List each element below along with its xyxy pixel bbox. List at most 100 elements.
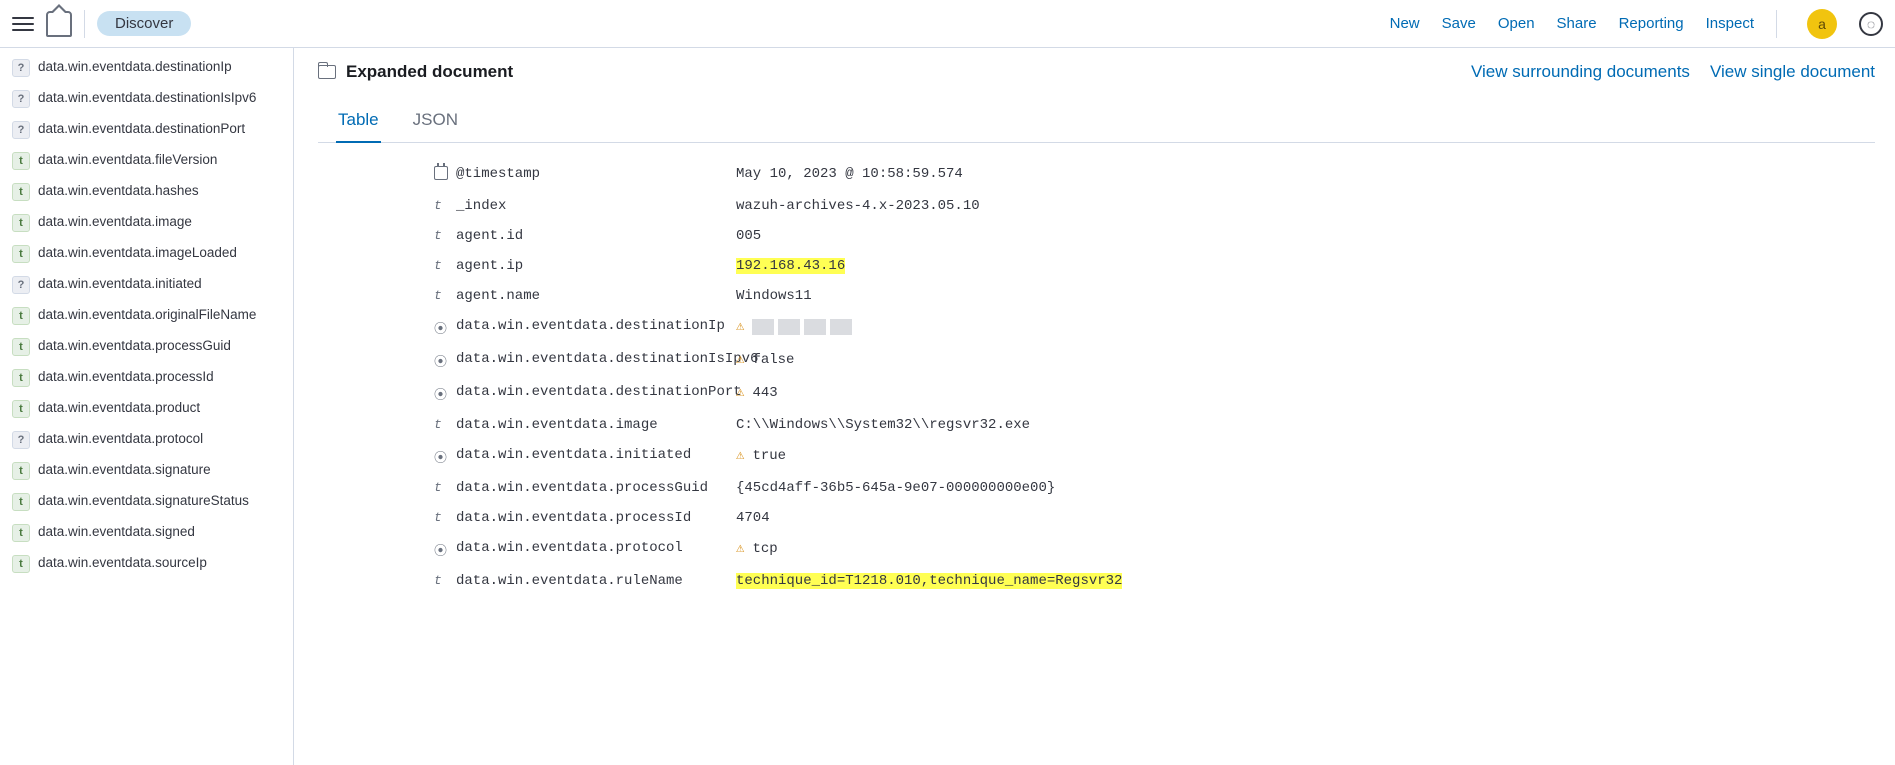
- field-item[interactable]: tdata.win.eventdata.signed: [8, 517, 285, 548]
- field-item[interactable]: tdata.win.eventdata.image: [8, 207, 285, 238]
- redacted-value: [752, 319, 852, 335]
- value-text: 4704: [736, 510, 770, 526]
- text-type-icon: t: [12, 245, 30, 263]
- value-text: wazuh-archives-4.x-2023.05.10: [736, 198, 980, 214]
- value-text: technique_id=T1218.010,technique_name=Re…: [736, 573, 1122, 589]
- doc-row: ⦿data.win.eventdata.protocol⚠tcp: [318, 533, 1875, 566]
- text-type-icon: t: [434, 417, 456, 432]
- save-button[interactable]: Save: [1442, 15, 1476, 32]
- field-name: data.win.eventdata.originalFileName: [38, 306, 256, 324]
- value-text: 443: [752, 385, 777, 401]
- text-type-icon: t: [434, 510, 456, 525]
- text-type-icon: t: [434, 480, 456, 495]
- help-icon[interactable]: ◌: [1859, 12, 1883, 36]
- view-surrounding-link[interactable]: View surrounding documents: [1471, 62, 1690, 82]
- text-type-icon: t: [434, 288, 456, 303]
- field-item[interactable]: ?data.win.eventdata.destinationPort: [8, 114, 285, 145]
- field-item[interactable]: tdata.win.eventdata.sourceIp: [8, 548, 285, 579]
- field-item[interactable]: ?data.win.eventdata.protocol: [8, 424, 285, 455]
- open-button[interactable]: Open: [1498, 15, 1535, 32]
- unknown-type-icon: ⦿: [434, 540, 456, 559]
- field-item[interactable]: t data.win.eventdata.fileVersion: [8, 145, 285, 176]
- field-item[interactable]: ?data.win.eventdata.destinationIsIpv6: [8, 83, 285, 114]
- reporting-button[interactable]: Reporting: [1619, 15, 1684, 32]
- field-value: ⚠443: [736, 384, 1875, 401]
- text-type-icon: t: [12, 369, 30, 387]
- text-type-icon: t: [12, 152, 30, 170]
- field-item[interactable]: tdata.win.eventdata.imageLoaded: [8, 238, 285, 269]
- folder-icon: [318, 65, 336, 79]
- text-type-icon: t: [12, 462, 30, 480]
- doc-tabs: Table JSON: [318, 102, 1875, 143]
- new-button[interactable]: New: [1390, 15, 1420, 32]
- doc-row: @timestampMay 10, 2023 @ 10:58:59.574: [318, 159, 1875, 191]
- doc-row: tagent.id005: [318, 221, 1875, 251]
- unknown-type-icon: ⦿: [434, 384, 456, 403]
- unknown-type-icon: ?: [12, 59, 30, 77]
- field-item[interactable]: tdata.win.eventdata.processGuid: [8, 331, 285, 362]
- field-value: {45cd4aff-36b5-645a-9e07-000000000e00}: [736, 480, 1875, 496]
- tab-table[interactable]: Table: [336, 102, 381, 142]
- share-button[interactable]: Share: [1557, 15, 1597, 32]
- text-type-icon: t: [434, 198, 456, 213]
- date-type-icon: [434, 166, 456, 184]
- field-key: data.win.eventdata.image: [456, 417, 736, 433]
- field-name: data.win.eventdata.destinationIsIpv6: [38, 89, 256, 107]
- doc-row: tdata.win.eventdata.ruleNametechnique_id…: [318, 566, 1875, 596]
- doc-row: ⦿data.win.eventdata.destinationIp⚠: [318, 311, 1875, 344]
- field-item[interactable]: tdata.win.eventdata.product: [8, 393, 285, 424]
- warning-icon: ⚠: [736, 318, 744, 335]
- field-name: data.win.eventdata.signature: [38, 461, 211, 479]
- field-value: Windows11: [736, 288, 1875, 304]
- divider: [84, 10, 85, 38]
- view-single-link[interactable]: View single document: [1710, 62, 1875, 82]
- field-item[interactable]: tdata.win.eventdata.processId: [8, 362, 285, 393]
- inspect-button[interactable]: Inspect: [1706, 15, 1754, 32]
- field-value: 4704: [736, 510, 1875, 526]
- value-text: C:\\Windows\\System32\\regsvr32.exe: [736, 417, 1030, 433]
- field-name: data.win.eventdata.fileVersion: [38, 151, 217, 169]
- field-key: data.win.eventdata.protocol: [456, 540, 736, 556]
- value-text: Windows11: [736, 288, 812, 304]
- field-key: agent.id: [456, 228, 736, 244]
- field-value: May 10, 2023 @ 10:58:59.574: [736, 166, 1875, 182]
- fields-sidebar: ?data.win.eventdata.destinationIp?data.w…: [0, 48, 294, 765]
- topbar-right: New Save Open Share Reporting Inspect a …: [1390, 9, 1883, 39]
- field-value: 005: [736, 228, 1875, 244]
- field-item[interactable]: ?data.win.eventdata.destinationIp: [8, 52, 285, 83]
- field-name: data.win.eventdata.image: [38, 213, 192, 231]
- value-text: 192.168.43.16: [736, 258, 845, 274]
- warning-icon: ⚠: [736, 447, 744, 464]
- text-type-icon: t: [12, 307, 30, 325]
- field-value: wazuh-archives-4.x-2023.05.10: [736, 198, 1875, 214]
- field-item[interactable]: tdata.win.eventdata.signatureStatus: [8, 486, 285, 517]
- menu-icon[interactable]: [12, 13, 34, 35]
- field-name: data.win.eventdata.sourceIp: [38, 554, 207, 572]
- unknown-type-icon: ⦿: [434, 447, 456, 466]
- doc-table: @timestampMay 10, 2023 @ 10:58:59.574t_i…: [318, 159, 1875, 596]
- doc-row: ⦿data.win.eventdata.initiated⚠true: [318, 440, 1875, 473]
- field-key: data.win.eventdata.destinationIp: [456, 318, 736, 334]
- breadcrumb[interactable]: Discover: [97, 11, 191, 36]
- field-item[interactable]: t data.win.eventdata.originalFileName: [8, 300, 285, 331]
- field-key: data.win.eventdata.processId: [456, 510, 736, 526]
- field-key: _index: [456, 198, 736, 214]
- home-icon[interactable]: [46, 11, 72, 37]
- doc-row: tagent.ip192.168.43.16: [318, 251, 1875, 281]
- field-value: C:\\Windows\\System32\\regsvr32.exe: [736, 417, 1875, 433]
- field-item[interactable]: t data.win.eventdata.signature: [8, 455, 285, 486]
- field-item[interactable]: ?data.win.eventdata.initiated: [8, 269, 285, 300]
- tab-json[interactable]: JSON: [411, 102, 460, 142]
- doc-row: ⦿data.win.eventdata.destinationPort⚠443: [318, 377, 1875, 410]
- field-key: data.win.eventdata.ruleName: [456, 573, 736, 589]
- field-item[interactable]: tdata.win.eventdata.hashes: [8, 176, 285, 207]
- field-name: data.win.eventdata.initiated: [38, 275, 202, 293]
- field-value: ⚠true: [736, 447, 1875, 464]
- field-key: @timestamp: [456, 166, 736, 182]
- avatar[interactable]: a: [1807, 9, 1837, 39]
- value-text: {45cd4aff-36b5-645a-9e07-000000000e00}: [736, 480, 1055, 496]
- value-text: 005: [736, 228, 761, 244]
- unknown-type-icon: ⦿: [434, 318, 456, 337]
- page-title: Expanded document: [346, 62, 513, 82]
- field-value: technique_id=T1218.010,technique_name=Re…: [736, 573, 1875, 589]
